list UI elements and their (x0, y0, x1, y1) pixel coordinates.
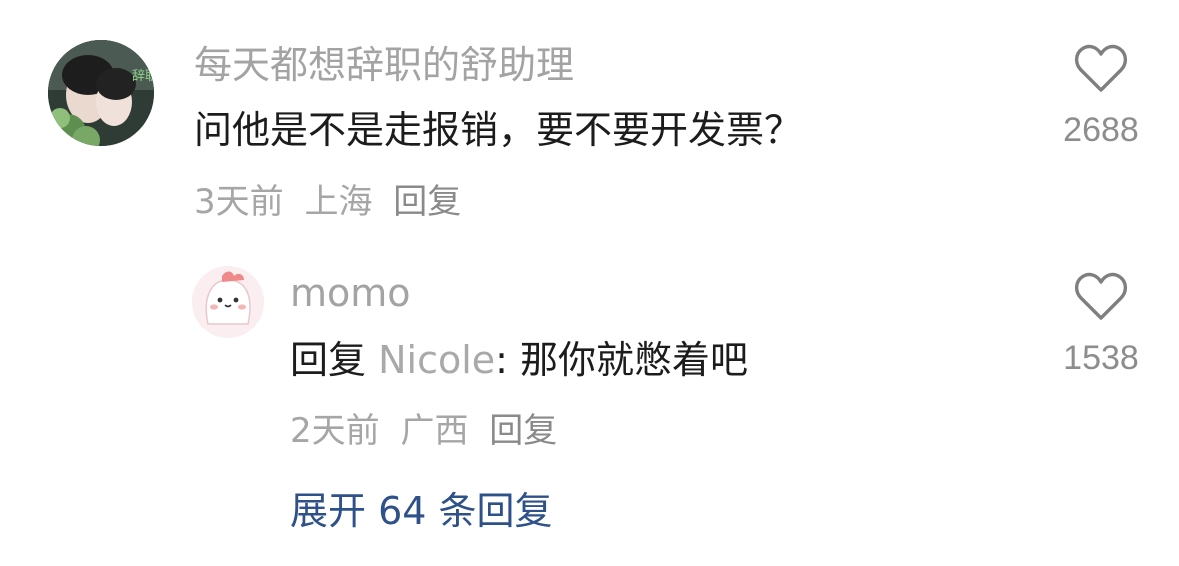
comment-text: 问他是不是走报销，要不要开发票？ (194, 108, 803, 152)
avatar-image: 辞职 (48, 40, 154, 146)
avatar[interactable]: 辞职 (48, 40, 154, 146)
comment-reply-button[interactable]: 回复 (393, 182, 461, 222)
comment-like-count: 2688 (1063, 111, 1139, 149)
avatar-watermark: 辞职 (132, 69, 154, 84)
expand-replies-button[interactable]: 展开 64 条回复 (290, 488, 553, 534)
heart-outline-icon (1074, 44, 1128, 92)
reply-text: 回复 Nicole: 那你就憋着吧 (290, 336, 748, 384)
comment-location: 上海 (304, 182, 373, 222)
comment-username[interactable]: 每天都想辞职的舒助理 (194, 42, 574, 88)
reply-like-button[interactable]: 1538 (1046, 272, 1156, 378)
heart-outline-icon (1074, 272, 1128, 320)
reply-location: 广西 (400, 411, 469, 451)
reply-avatar-image (192, 266, 264, 338)
reply-mention[interactable]: Nicole (378, 338, 495, 382)
comment-like-button[interactable]: 2688 (1046, 44, 1156, 150)
reply-meta: 2天前 广西 回复 (290, 411, 567, 451)
reply-prefix: 回复 (290, 338, 367, 382)
reply-like-count: 1538 (1063, 339, 1139, 377)
comment-time: 3天前 (194, 182, 284, 222)
reply-username[interactable]: momo (290, 270, 411, 316)
reply-reply-button[interactable]: 回复 (489, 411, 557, 451)
reply-time: 2天前 (290, 411, 380, 451)
reply-body: : 那你就憋着吧 (495, 338, 749, 382)
reply-avatar[interactable] (192, 266, 264, 338)
comment-meta: 3天前 上海 回复 (194, 182, 471, 222)
